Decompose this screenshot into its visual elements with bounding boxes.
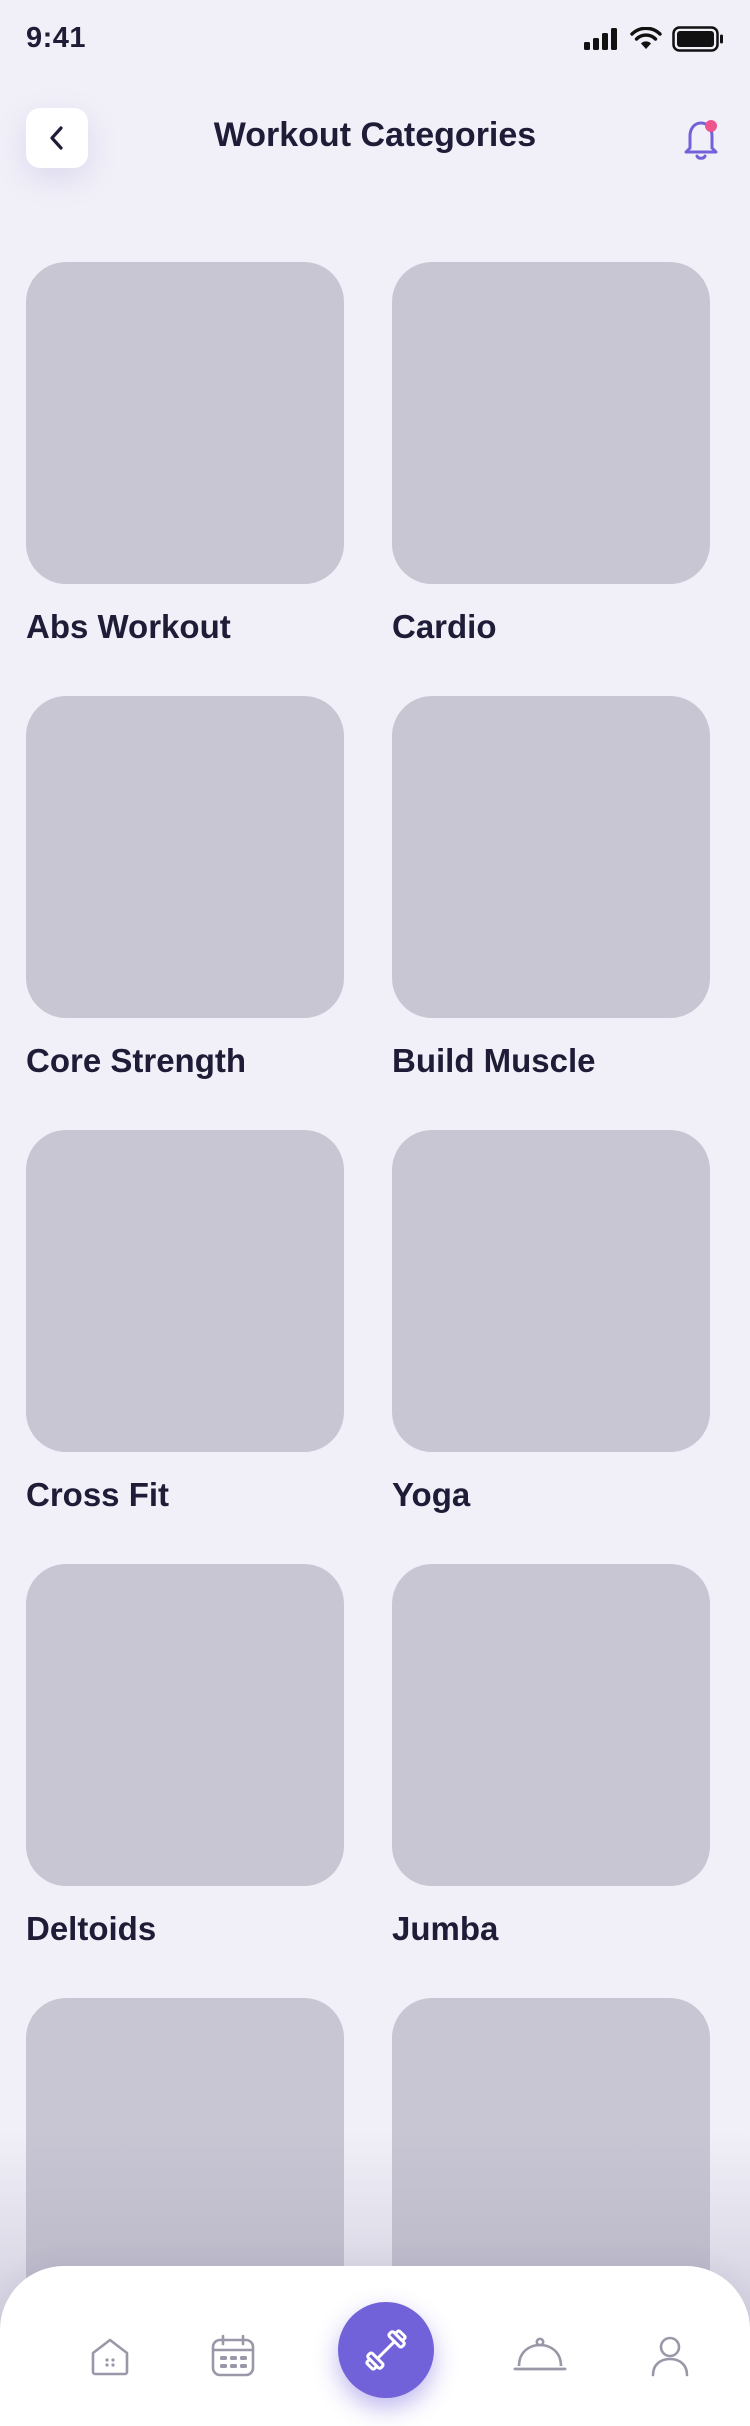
profile-icon	[651, 2336, 689, 2377]
battery-icon	[672, 26, 723, 52]
bottom-tab-bar	[0, 2266, 750, 2426]
page-title: Workout Categories	[213, 116, 537, 154]
category-image	[26, 696, 344, 1018]
category-image	[392, 1564, 710, 1886]
category-label: Jumba	[392, 1910, 499, 1947]
calendar-icon	[211, 2334, 255, 2377]
wifi-icon	[630, 27, 662, 49]
notification-button[interactable]	[676, 112, 726, 164]
dumbbell-icon	[365, 2329, 407, 2371]
category-card-cross-fit[interactable]: Cross Fit	[26, 1130, 344, 1514]
category-card-build-muscle[interactable]: Build Muscle	[392, 696, 710, 1080]
category-image	[392, 262, 710, 584]
cellular-signal-icon	[584, 28, 617, 50]
category-label: Deltoids	[26, 1910, 157, 1947]
category-card-jumba[interactable]: Jumba	[392, 1564, 710, 1948]
status-time: 9:41	[26, 22, 87, 54]
status-bar: 9:41	[0, 0, 750, 84]
category-card-core-strength[interactable]: Core Strength	[26, 696, 344, 1080]
tab-profile[interactable]	[640, 2326, 700, 2386]
category-label: Abs Workout	[26, 608, 231, 645]
category-image	[26, 262, 344, 584]
bell-icon	[684, 120, 718, 160]
category-label: Yoga	[392, 1476, 471, 1513]
category-card-abs-workout[interactable]: Abs Workout	[26, 262, 344, 646]
tab-calendar[interactable]	[203, 2326, 263, 2386]
category-image	[392, 696, 710, 1018]
tab-home[interactable]	[80, 2326, 140, 2386]
category-image	[392, 1130, 710, 1452]
food-cloche-icon	[513, 2337, 567, 2371]
category-label: Build Muscle	[392, 1042, 596, 1079]
category-image	[26, 1130, 344, 1452]
category-label: Core Strength	[26, 1042, 247, 1079]
category-label: Cardio	[392, 608, 497, 645]
header: Workout Categories	[0, 100, 750, 180]
category-image	[26, 1564, 344, 1886]
notification-dot	[705, 120, 717, 132]
category-card-yoga[interactable]: Yoga	[392, 1130, 710, 1514]
tab-workout[interactable]	[338, 2302, 434, 2398]
category-label: Cross Fit	[26, 1476, 170, 1513]
tab-meals[interactable]	[510, 2326, 570, 2386]
home-icon	[91, 2338, 129, 2376]
category-card-deltoids[interactable]: Deltoids	[26, 1564, 344, 1948]
category-card-cardio[interactable]: Cardio	[392, 262, 710, 646]
status-icons	[584, 26, 724, 52]
